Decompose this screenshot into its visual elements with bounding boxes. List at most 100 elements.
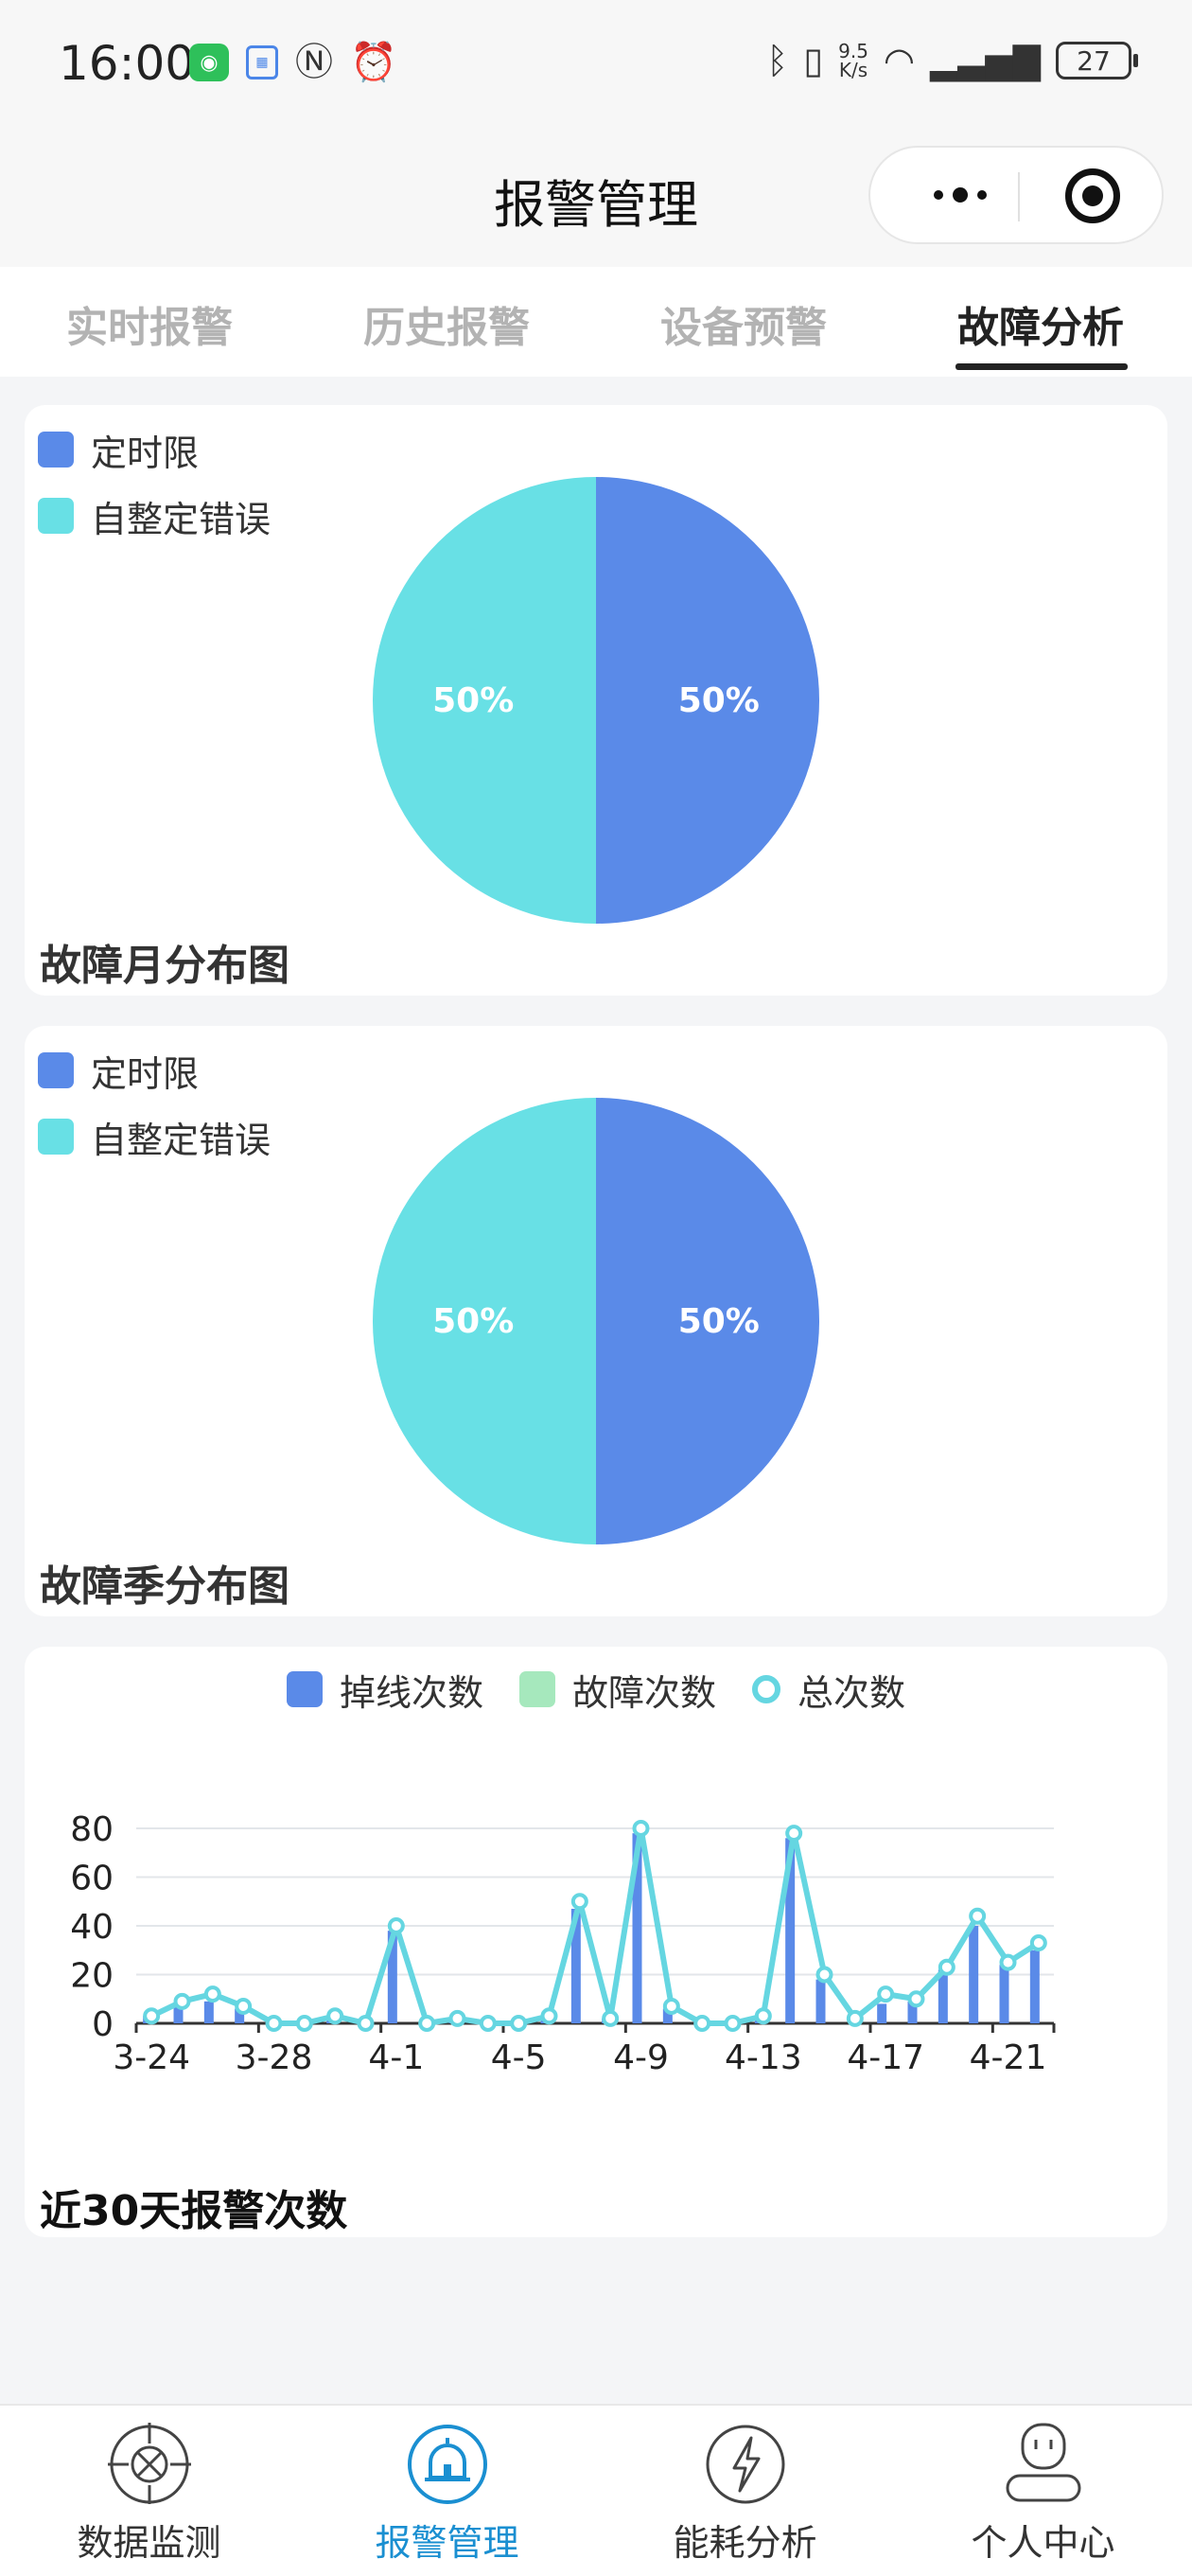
point-total[interactable]: [387, 1917, 405, 1934]
pie-legend: 定时限 自整定错误: [38, 416, 271, 549]
more-button[interactable]: [908, 174, 1012, 216]
point-total[interactable]: [265, 2015, 283, 2032]
user-icon: [1006, 2423, 1080, 2502]
legend-swatch: [38, 498, 74, 534]
legend-item[interactable]: 定时限: [38, 416, 271, 483]
point-total[interactable]: [877, 1985, 895, 2003]
bar-offline[interactable]: [969, 1926, 979, 2023]
point-total[interactable]: [632, 1820, 650, 1837]
x-tick-label: 4-21: [970, 2038, 1047, 2077]
tab-realtime-alarm[interactable]: 实时报警: [8, 293, 291, 354]
status-time: 16:00: [59, 36, 196, 91]
chart-title: 故障月分布图: [40, 942, 289, 990]
point-total[interactable]: [203, 1985, 221, 2003]
nav-label: 报警管理: [375, 2522, 519, 2564]
more-dot-icon: [953, 187, 968, 203]
point-total[interactable]: [602, 2009, 620, 2027]
bar-offline[interactable]: [815, 1979, 826, 2023]
nav-label: 能耗分析: [673, 2522, 817, 2564]
status-right-icons: ᛒ ▯ 9.5 K/s ◠ ▂▃▅▇ 27: [766, 40, 1138, 81]
point-total[interactable]: [357, 2015, 375, 2032]
tab-history-alarm[interactable]: 历史报警: [305, 293, 588, 354]
nav-label: 数据监测: [77, 2522, 221, 2564]
point-total[interactable]: [754, 2007, 772, 2025]
calendar-icon: ▦: [246, 45, 278, 79]
y-tick-label: 40: [70, 1908, 114, 1947]
point-total[interactable]: [418, 2015, 436, 2032]
close-mini-program-button[interactable]: [1065, 168, 1120, 223]
battery-icon: 27: [1056, 42, 1138, 79]
point-total[interactable]: [570, 1893, 588, 1911]
bluetooth-icon: ᛒ: [766, 40, 789, 81]
fault-quarter-card: 50% 50% 定时限 自整定错误 故障季分布图: [25, 1026, 1167, 1616]
capsule-divider: [1018, 172, 1020, 221]
point-total[interactable]: [479, 2015, 497, 2032]
nav-item-personal-center[interactable]: 个人中心: [894, 2421, 1192, 2566]
point-total[interactable]: [235, 1997, 253, 2015]
point-total[interactable]: [724, 2015, 742, 2032]
bar-offline[interactable]: [877, 2003, 887, 2023]
network-speed: 9.5 K/s: [838, 40, 868, 81]
point-total[interactable]: [969, 1907, 987, 1925]
pie-data-label: 50%: [678, 681, 760, 720]
pie-data-label: 50%: [432, 1302, 514, 1341]
point-total[interactable]: [448, 2009, 466, 2027]
nav-label: 个人中心: [971, 2522, 1115, 2564]
lightning-icon: [706, 2425, 784, 2504]
point-total[interactable]: [143, 2007, 161, 2025]
more-dot-icon: [977, 190, 987, 200]
legend-swatch: [38, 1052, 74, 1088]
vibrate-icon: ▯: [803, 40, 824, 81]
bar-offline[interactable]: [1029, 1950, 1040, 2023]
point-total[interactable]: [1029, 1934, 1047, 1952]
bottom-nav: 数据监测 报警管理 能耗分析 个人中心: [0, 2404, 1192, 2576]
point-total[interactable]: [326, 2007, 344, 2025]
x-tick-label: 4-5: [491, 2038, 547, 2077]
point-total[interactable]: [295, 2015, 313, 2032]
more-dot-icon: [934, 190, 943, 200]
signal-icon: ▂▃▅▇: [930, 40, 1041, 81]
title-bar: 报警管理: [0, 132, 1192, 267]
point-total[interactable]: [907, 1990, 925, 2008]
point-total[interactable]: [173, 1992, 191, 2010]
bar-offline[interactable]: [999, 1965, 1009, 2023]
point-total[interactable]: [510, 2015, 528, 2032]
status-bar: 16:00 ◉ ▦ Ⓝ ⏰ ᛒ ▯ 9.5 K/s ◠ ▂▃▅▇ 27: [0, 0, 1192, 132]
battery-level: 27: [1077, 44, 1111, 77]
alarm-light-icon: [407, 2425, 487, 2504]
bar-offline[interactable]: [203, 2001, 214, 2023]
x-tick-label: 4-17: [847, 2038, 924, 2077]
tab-device-warning[interactable]: 设备预警: [602, 293, 885, 354]
alarm-clock-icon: ⏰: [350, 41, 397, 84]
nfc-icon: Ⓝ: [295, 41, 333, 84]
nav-item-energy-analysis[interactable]: 能耗分析: [596, 2421, 894, 2566]
y-tick-label: 60: [70, 1860, 114, 1898]
point-total[interactable]: [999, 1953, 1017, 1971]
nav-item-alarm-management[interactable]: 报警管理: [298, 2421, 596, 2566]
x-tick-label: 4-1: [368, 2038, 424, 2077]
point-total[interactable]: [662, 1997, 680, 2015]
point-total[interactable]: [815, 1966, 833, 1984]
fault-month-card: 50% 50% 定时限 自整定错误 故障月分布图: [25, 405, 1167, 996]
alarm-trend-card: 掉线次数 故障次数 总次数 0 20 40 60 80 3-24 3-28 4-1 4-5 4-9…: [25, 1647, 1167, 2237]
y-tick-label: 0: [92, 2005, 114, 2044]
pie-data-label: 50%: [678, 1302, 760, 1341]
point-total[interactable]: [693, 2015, 711, 2032]
point-total[interactable]: [846, 2009, 864, 2027]
point-total[interactable]: [540, 2007, 558, 2025]
tab-fault-analysis[interactable]: 故障分析: [899, 293, 1183, 354]
legend-item[interactable]: 定时限: [38, 1037, 271, 1103]
legend-item[interactable]: 自整定错误: [38, 483, 271, 549]
nav-item-data-monitor[interactable]: 数据监测: [0, 2421, 298, 2566]
point-total[interactable]: [785, 1825, 803, 1843]
pie-legend: 定时限 自整定错误: [38, 1037, 271, 1170]
trend-chart: 0 20 40 60 80 3-24 3-28 4-1 4-5 4-9 4-13 4-17 4-21: [70, 1810, 1056, 2077]
point-total[interactable]: [938, 1958, 955, 1976]
active-tab-indicator: [955, 363, 1128, 370]
legend-swatch: [38, 432, 74, 468]
status-left-icons: ◉ ▦ Ⓝ ⏰: [189, 44, 397, 81]
legend-item[interactable]: 自整定错误: [38, 1103, 271, 1170]
wechat-icon: ◉: [189, 44, 229, 81]
wifi-icon: ◠: [883, 40, 916, 81]
chart-title: 近30天报警次数: [40, 2187, 348, 2235]
